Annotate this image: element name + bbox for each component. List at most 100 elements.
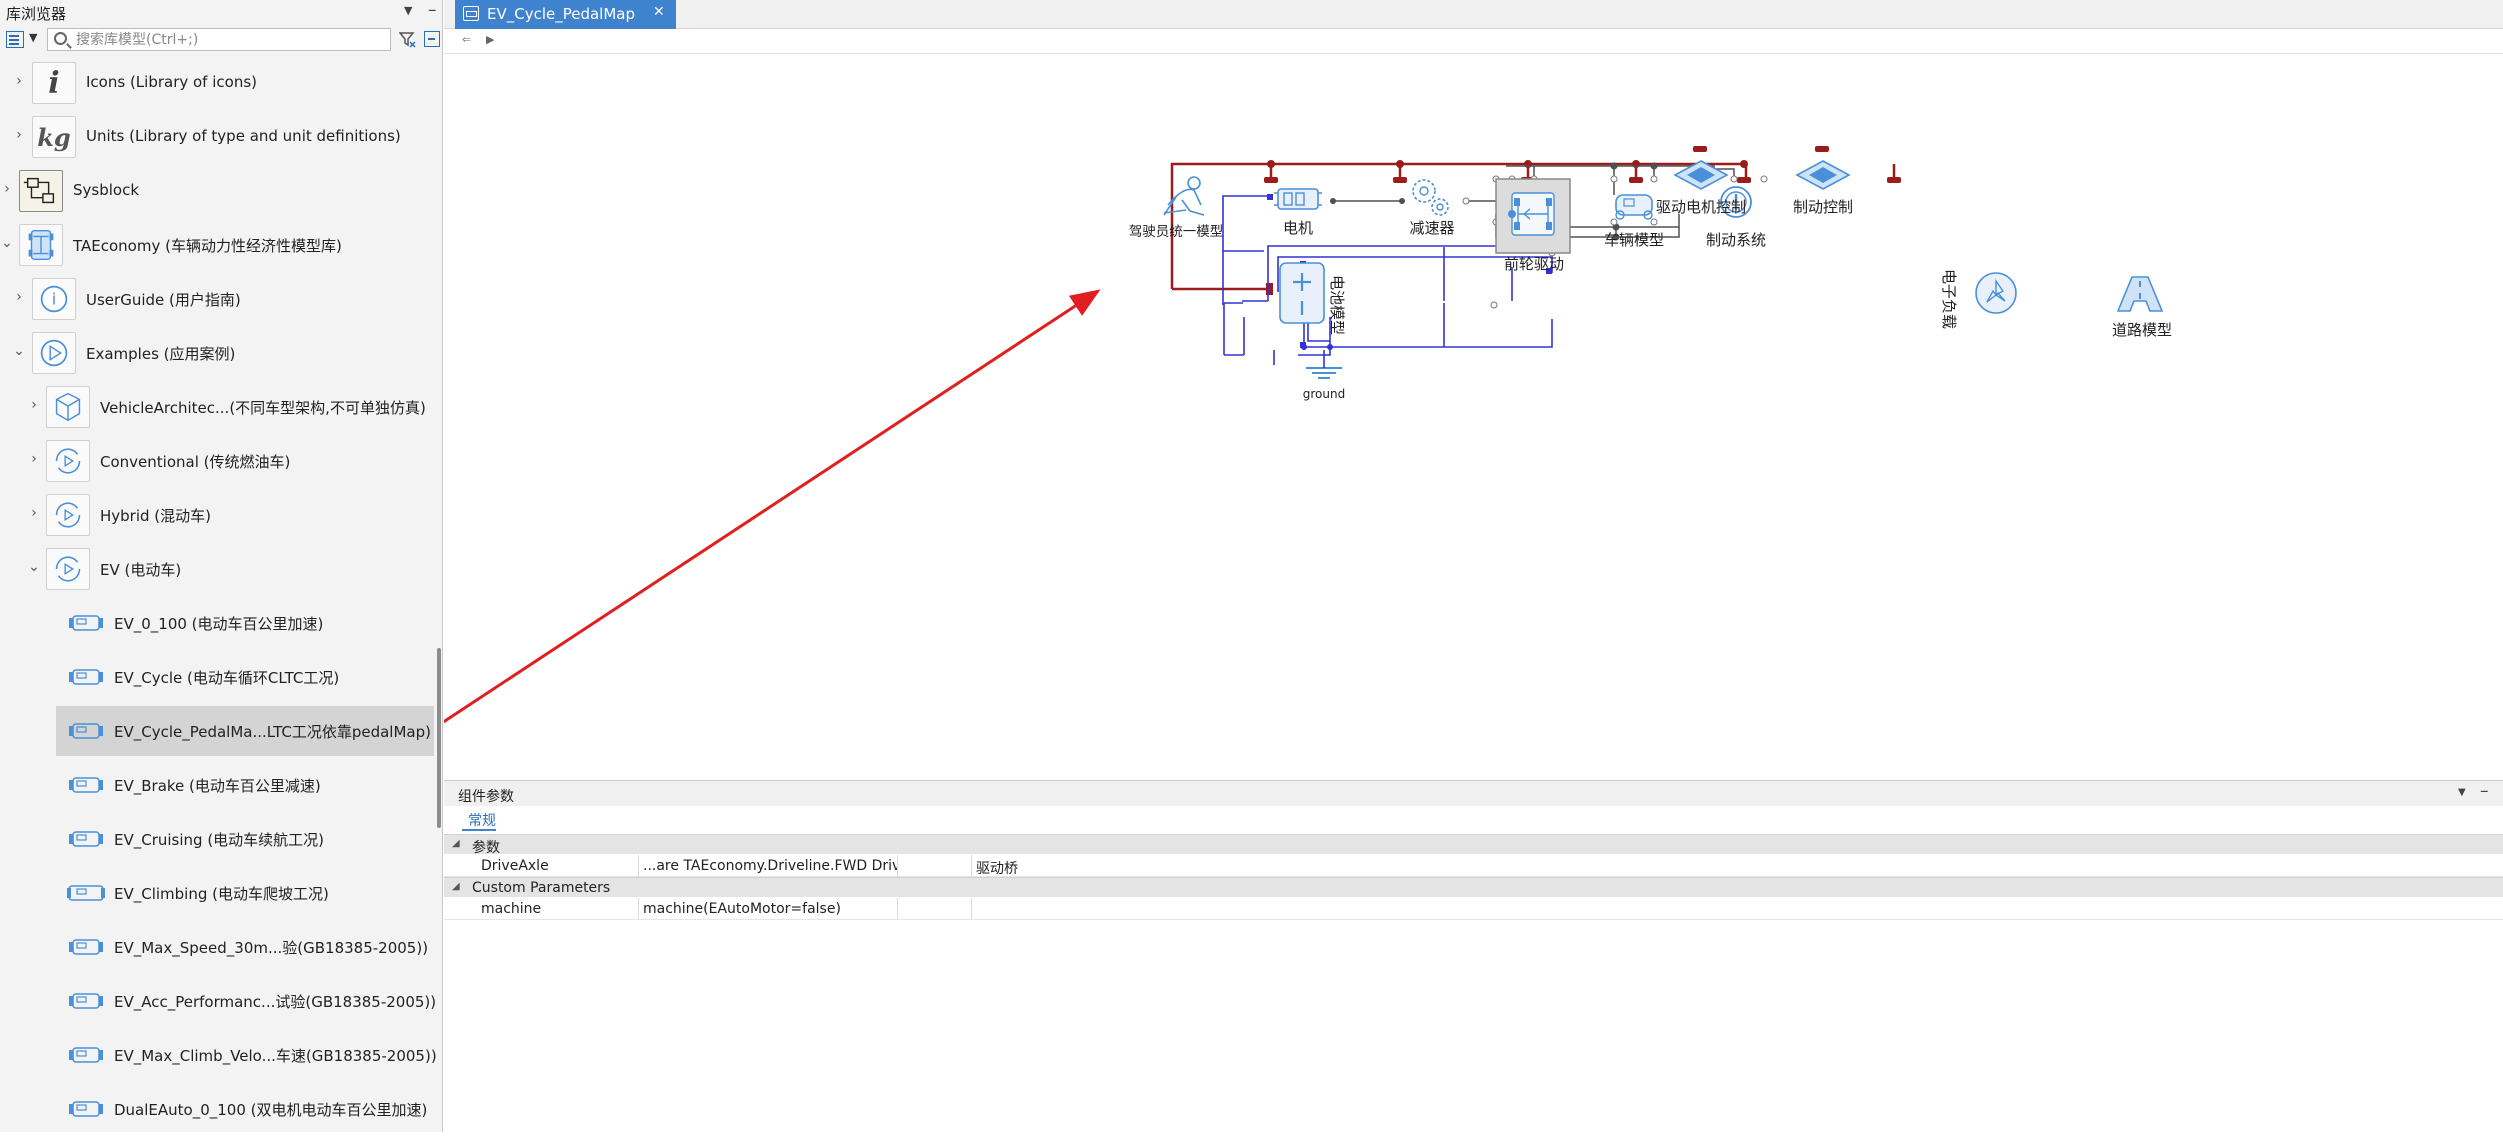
panel-menu-icon[interactable]: ▼ xyxy=(2458,787,2466,798)
panel-menu-icon[interactable]: ▼ xyxy=(404,4,412,17)
reducer-label: 减速器 xyxy=(1409,219,1454,237)
panel-minimize-icon[interactable]: – xyxy=(2480,781,2489,801)
param-value[interactable]: ...are TAEconomy.Driveline.FWD DriveAxle xyxy=(639,855,898,877)
nav-back-icon[interactable]: ⇐ xyxy=(462,33,471,46)
battery-block[interactable]: 电池模型 xyxy=(1279,262,1346,335)
library-search-input[interactable] xyxy=(76,30,376,49)
param-row[interactable]: DriveAxle ...are TAEconomy.Driveline.FWD… xyxy=(444,855,2503,877)
tree-item-ev-cycle-pedalmap[interactable]: EV_Cycle_PedalMa...LTC工况依靠pedalMap) xyxy=(0,704,437,758)
car-model-icon xyxy=(64,602,108,644)
tree-item-units[interactable]: › kg Units (Library of type and unit def… xyxy=(0,110,437,164)
tree-view-icon[interactable] xyxy=(6,31,24,48)
chevron-down-icon[interactable]: ⌄ xyxy=(0,235,14,251)
tree-item-label: EV_Climbing (电动车爬坡工况) xyxy=(114,885,329,903)
front-drive-block[interactable]: 前轮驱动 xyxy=(1495,178,1571,273)
collapse-all-icon[interactable] xyxy=(424,31,440,47)
tree-item-label: EV_Max_Speed_30m...验(GB18385-2005)) xyxy=(114,939,429,957)
ground-symbol[interactable]: ground xyxy=(1303,367,1345,401)
param-desc xyxy=(972,898,1372,920)
editor-tabbar: EV_Cycle_PedalMap ✕ xyxy=(444,0,2503,29)
tree-item-examples[interactable]: ⌄ Examples (应用案例) xyxy=(0,326,437,380)
cycle-play-icon xyxy=(46,548,90,590)
param-group-label: Custom Parameters xyxy=(472,880,611,896)
tree-item-ev-0-100[interactable]: EV_0_100 (电动车百公里加速) xyxy=(0,596,437,650)
tree-item-taeconomy[interactable]: ⌄ TAEconomy (车辆动力性经济性模型库) xyxy=(0,218,437,272)
tree-item-ev-cruising[interactable]: EV_Cruising (电动车续航工况) xyxy=(0,812,437,866)
tree-item-vehiclearchitec[interactable]: › VehicleArchitec...(不同车型架构,不可单独仿真) xyxy=(0,380,437,434)
chevron-right-icon[interactable]: › xyxy=(0,181,14,197)
brake-control-block[interactable]: 制动控制 xyxy=(1793,160,1853,216)
tree-item-ev-cycle[interactable]: EV_Cycle (电动车循环CLTC工况) xyxy=(0,650,437,704)
component-params-panel: 组件参数 ▼ – 常规 ◢ 参数 DriveAxle ...are TAEcon… xyxy=(444,780,2503,1132)
library-scrollbar[interactable] xyxy=(437,648,441,828)
chevron-down-icon[interactable]: ⌄ xyxy=(12,343,26,359)
reducer-block[interactable]: 减速器 xyxy=(1409,179,1455,237)
collapse-triangle-icon[interactable]: ◢ xyxy=(452,881,460,892)
chevron-right-icon[interactable]: › xyxy=(12,73,26,89)
close-icon[interactable]: ✕ xyxy=(653,4,665,20)
tree-item-label: EV_0_100 (电动车百公里加速) xyxy=(114,615,324,633)
tree-item-ev-max-speed[interactable]: EV_Max_Speed_30m...验(GB18385-2005)) xyxy=(0,920,437,974)
tree-item-dualeauto[interactable]: DualEAuto_0_100 (双电机电动车百公里加速) xyxy=(0,1082,437,1136)
chevron-down-icon[interactable]: ▼ xyxy=(29,31,37,44)
vehicle-chassis-icon xyxy=(19,224,63,266)
tab-label: EV_Cycle_PedalMap xyxy=(487,5,636,23)
cube-icon xyxy=(46,386,90,428)
chevron-right-icon[interactable]: › xyxy=(12,289,26,305)
tab-general[interactable]: 常规 xyxy=(468,810,496,830)
brake-block[interactable]: 制动系统 xyxy=(1706,186,1766,249)
brake-control-label: 制动控制 xyxy=(1793,198,1853,216)
tree-item-userguide[interactable]: › i UserGuide (用户指南) xyxy=(0,272,437,326)
model-diagram-canvas[interactable]: 驾驶员统一模型 电机 减速器 前轮驱动 车辆模型 制动系统 驱动电机控制 制动控… xyxy=(444,55,2503,780)
tree-item-ev-max-climb[interactable]: EV_Max_Climb_Velo...车速(GB18385-2005)) xyxy=(0,1028,437,1082)
chevron-down-icon[interactable]: ⌄ xyxy=(27,559,41,575)
car-model-icon xyxy=(64,1034,108,1076)
motor-block[interactable]: 电机 xyxy=(1274,188,1322,237)
car-model-icon xyxy=(64,818,108,860)
car-model-icon xyxy=(64,926,108,968)
chevron-right-icon[interactable]: › xyxy=(27,505,41,521)
search-box[interactable] xyxy=(47,28,391,51)
brake-label: 制动系统 xyxy=(1706,231,1766,249)
tree-item-sysblock[interactable]: › Sysblock xyxy=(0,164,437,218)
kg-units-icon: kg xyxy=(32,116,76,158)
chevron-right-icon[interactable]: › xyxy=(27,397,41,413)
tree-item-icons[interactable]: › i Icons (Library of icons) xyxy=(0,56,437,110)
car-model-icon xyxy=(64,872,108,914)
filter-icon[interactable] xyxy=(399,31,416,48)
panel-minimize-icon[interactable]: – xyxy=(428,0,437,20)
tree-item-label: UserGuide (用户指南) xyxy=(86,291,241,309)
chevron-right-icon[interactable]: › xyxy=(12,127,26,143)
param-row[interactable]: machine machine(EAutoMotor=false) xyxy=(444,898,2503,920)
front-drive-label: 前轮驱动 xyxy=(1504,255,1564,273)
param-group[interactable]: ◢ 参数 xyxy=(444,834,2503,856)
bus-junctions xyxy=(1264,146,1901,295)
electronic-load-block[interactable]: 电子负载 xyxy=(1940,269,2017,329)
cycle-play-icon xyxy=(46,440,90,482)
tree-item-ev[interactable]: ⌄ EV (电动车) xyxy=(0,542,437,596)
chevron-right-icon[interactable]: › xyxy=(27,451,41,467)
param-group[interactable]: ◢ Custom Parameters xyxy=(444,877,2503,897)
param-value[interactable]: machine(EAutoMotor=false) xyxy=(639,898,898,920)
driver-block[interactable]: 驾驶员统一模型 xyxy=(1129,176,1224,240)
model-tab-icon xyxy=(463,6,479,21)
tab-underline xyxy=(462,829,496,831)
electronic-load-label: 电子负载 xyxy=(1940,269,1958,329)
tree-item-hybrid[interactable]: › Hybrid (混动车) xyxy=(0,488,437,542)
ground-label: ground xyxy=(1303,387,1345,401)
tree-item-ev-climbing[interactable]: EV_Climbing (电动车爬坡工况) xyxy=(0,866,437,920)
car-model-icon xyxy=(64,1088,108,1130)
tree-item-conventional[interactable]: › Conventional (传统燃油车) xyxy=(0,434,437,488)
tree-item-label: EV (电动车) xyxy=(100,561,182,579)
road-block[interactable]: 道路模型 xyxy=(2112,276,2172,339)
tree-item-label: EV_Cycle_PedalMa...LTC工况依靠pedalMap) xyxy=(114,723,431,741)
tab-ev-cycle-pedalmap[interactable]: EV_Cycle_PedalMap ✕ xyxy=(455,0,676,29)
tree-item-ev-acc-performance[interactable]: EV_Acc_Performanc...试验(GB18385-2005)) xyxy=(0,974,437,1028)
tree-item-ev-brake[interactable]: EV_Brake (电动车百公里减速) xyxy=(0,758,437,812)
annotation-arrow xyxy=(444,289,1101,724)
sysblock-icon xyxy=(19,170,63,212)
collapse-triangle-icon[interactable]: ◢ xyxy=(452,838,460,849)
tree-item-label: EV_Max_Climb_Velo...车速(GB18385-2005)) xyxy=(114,1047,437,1065)
tree-item-label: Units (Library of type and unit definiti… xyxy=(86,127,401,145)
nav-forward-icon[interactable]: ▶ xyxy=(486,33,494,46)
